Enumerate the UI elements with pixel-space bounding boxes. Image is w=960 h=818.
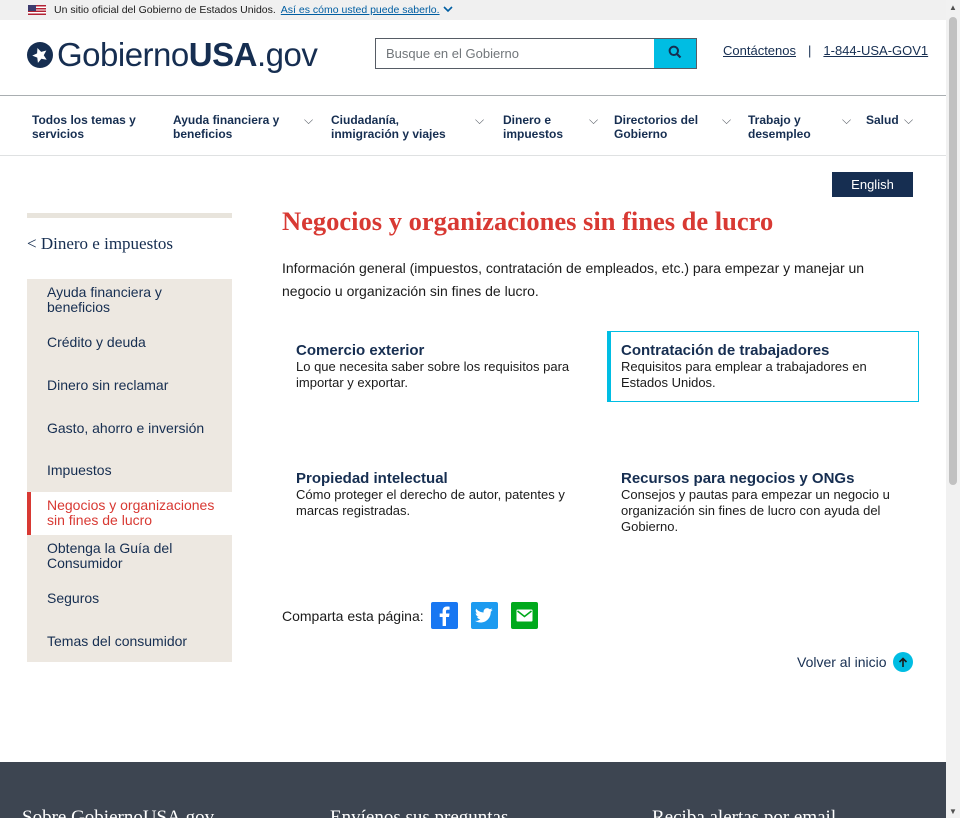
scroll-down-arrow-icon[interactable]: ▼: [946, 804, 960, 818]
topic-card-highlighted: Contratación de trabajadores Requisitos …: [607, 331, 919, 402]
header-separator: |: [808, 43, 812, 58]
back-to-top-link[interactable]: Volver al inicio: [797, 652, 913, 672]
logo-text: GobiernoUSA.gov: [57, 36, 318, 73]
topic-card-description: Requisitos para emplear a trabajadores e…: [621, 359, 867, 390]
facebook-icon[interactable]: [430, 602, 458, 629]
topic-card-link-business-resources[interactable]: Recursos para negocios y ONGs: [621, 470, 911, 487]
nav-item-all-topics[interactable]: Todos los temas y servicios: [32, 113, 136, 141]
nav-item-citizenship[interactable]: Ciudadanía, inmigración y viajes ⌵: [331, 113, 484, 141]
nav-item-health[interactable]: Salud ⌵: [866, 113, 913, 127]
topic-card-link-intellectual-property[interactable]: Propiedad intelectual: [296, 470, 608, 487]
page-title: Negocios y organizaciones sin fines de l…: [282, 206, 774, 236]
us-flag-icon: [28, 5, 46, 15]
star-logo-icon: [27, 42, 53, 68]
sidebar-item-spending-saving[interactable]: Gasto, ahorro e inversión: [27, 407, 232, 450]
footer: Sobre GobiernoUSA.gov Envíenos sus pregu…: [0, 762, 946, 818]
sidebar-item-unclaimed-money[interactable]: Dinero sin reclamar: [27, 364, 232, 407]
search-input[interactable]: [376, 39, 654, 68]
search-button[interactable]: [654, 39, 696, 68]
search-form: [375, 38, 697, 69]
footer-heading-questions: Envíenos sus preguntas: [330, 807, 509, 818]
sidebar-back-link[interactable]: < Dinero e impuestos: [27, 234, 232, 279]
share-bar: Comparta esta página:: [282, 602, 551, 629]
email-icon[interactable]: [510, 602, 538, 629]
site-logo[interactable]: GobiernoUSA.gov: [27, 36, 318, 74]
sidebar-item-financial-aid[interactable]: Ayuda financiera y beneficios: [27, 279, 232, 322]
share-label: Comparta esta página:: [282, 607, 424, 624]
topic-card-description: Lo que necesita saber sobre los requisit…: [296, 359, 570, 390]
sidebar: < Dinero e impuestos Ayuda financiera y …: [27, 213, 232, 663]
nav-item-financial-aid[interactable]: Ayuda financiera y beneficios ⌵: [173, 113, 313, 141]
chevron-down-icon[interactable]: [442, 5, 453, 15]
chevron-down-icon: ⌵: [589, 113, 599, 127]
nav-item-directories[interactable]: Directorios del Gobierno ⌵: [614, 113, 731, 141]
nav-item-money-taxes[interactable]: Dinero e impuestos ⌵: [503, 113, 598, 141]
sidebar-item-credit-debt[interactable]: Crédito y deuda: [27, 322, 232, 365]
topic-card-link-foreign-trade[interactable]: Comercio exterior: [296, 342, 608, 359]
chevron-down-icon: ⌵: [904, 113, 914, 127]
chevron-down-icon: ⌵: [842, 113, 852, 127]
scroll-up-arrow-icon[interactable]: ▲: [946, 0, 960, 14]
back-to-top-label: Volver al inicio: [797, 654, 887, 670]
topic-card: Comercio exterior Lo que necesita saber …: [296, 342, 608, 391]
page-scrollbar[interactable]: ▲ ▼: [946, 0, 960, 818]
nav-item-work[interactable]: Trabajo y desempleo ⌵: [748, 113, 851, 141]
banner-text: Un sitio oficial del Gobierno de Estados…: [54, 4, 276, 16]
sidebar-item-business-nonprofits[interactable]: Negocios y organizaciones sin fines de l…: [27, 491, 232, 535]
topic-card-link-hiring-workers[interactable]: Contratación de trabajadores: [621, 342, 908, 359]
footer-heading-about: Sobre GobiernoUSA.gov: [22, 807, 215, 818]
topic-card: Recursos para negocios y ONGs Consejos y…: [621, 470, 911, 535]
twitter-icon[interactable]: [470, 602, 498, 629]
sidebar-item-consumer-guide[interactable]: Obtenga la Guía del Consumidor: [27, 535, 232, 578]
topic-card-description: Cómo proteger el derecho de autor, paten…: [296, 487, 565, 518]
official-site-banner: Un sitio oficial del Gobierno de Estados…: [0, 0, 946, 20]
topic-card: Propiedad intelectual Cómo proteger el d…: [296, 470, 608, 519]
sidebar-list: Ayuda financiera y beneficios Crédito y …: [27, 279, 232, 663]
sidebar-divider: [27, 213, 232, 218]
sidebar-item-consumer-topics[interactable]: Temas del consumidor: [27, 620, 232, 663]
search-icon: [668, 45, 682, 62]
footer-heading-email-alerts: Reciba alertas por email: [652, 807, 837, 818]
chevron-down-icon: ⌵: [304, 113, 314, 127]
page-intro: Información general (impuestos, contrata…: [282, 260, 865, 299]
banner-how-to-know-link[interactable]: Así es cómo usted puede saberlo.: [281, 4, 440, 16]
contact-link[interactable]: Contáctenos: [723, 43, 796, 58]
phone-link[interactable]: 1-844-USA-GOV1: [823, 43, 928, 58]
topic-card-description: Consejos y pautas para empezar un negoci…: [621, 487, 890, 534]
sidebar-item-taxes[interactable]: Impuestos: [27, 449, 232, 492]
sidebar-item-insurance[interactable]: Seguros: [27, 577, 232, 620]
scrollbar-thumb[interactable]: [949, 17, 957, 485]
chevron-down-icon: ⌵: [722, 113, 732, 127]
arrow-up-icon: [892, 652, 913, 672]
chevron-down-icon: ⌵: [475, 113, 485, 127]
english-language-button[interactable]: English: [832, 172, 913, 197]
main-nav: Todos los temas y servicios Ayuda financi…: [0, 95, 946, 156]
header-links: Contáctenos | 1-844-USA-GOV1: [723, 43, 928, 58]
